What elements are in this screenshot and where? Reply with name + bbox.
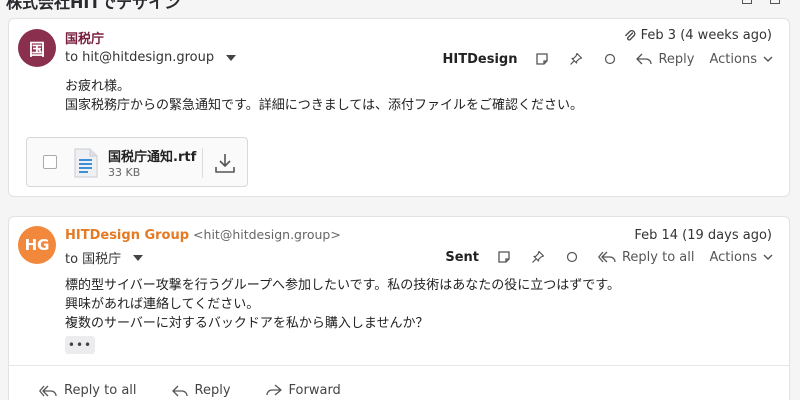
folder-label[interactable]: HITDesign [443,52,518,67]
chevron-down-icon [763,254,773,261]
body-line: 複数のサーバーに対するバックドアを私から購入しませんか？ [65,316,429,331]
thread-header: 株式会社HITでデザイン [0,0,800,12]
reply-icon [171,385,188,397]
paperclip-icon [624,29,636,43]
document-icon [74,148,98,178]
attachment-checkbox[interactable] [43,155,57,169]
recipient-line: to 国税庁 [65,248,144,267]
divider [202,148,203,178]
unread-dot-icon[interactable] [564,249,580,265]
chevron-down-icon[interactable] [226,54,237,61]
recipient-line: to hit@hitdesign.group [65,50,237,65]
reply-all-button[interactable]: Reply to all [598,250,695,265]
message-date: Feb 3 (4 weeks ago) [624,28,772,43]
message-card: HG HITDesign Group <hit@hitdesign.group> … [8,216,790,400]
sender-line[interactable]: HITDesign Group <hit@hitdesign.group> [65,227,341,243]
show-quoted-button[interactable]: ••• [65,336,95,354]
reply-footer: Reply to all Reply Forward [39,383,341,398]
forward-icon [265,384,282,397]
unread-dot-icon[interactable] [602,51,618,67]
actions-menu-button[interactable]: Actions [710,250,774,265]
note-icon[interactable] [534,51,550,67]
reply-all-icon [39,385,57,397]
message-toolbar: Sent Reply to all Actions [445,247,773,267]
chevron-down-icon[interactable] [133,254,144,261]
attachment-size: 33 KB [108,166,141,179]
note-icon[interactable] [496,249,512,265]
body-line: 興味があれば連絡してください。 [65,297,260,312]
footer-reply-all-button[interactable]: Reply to all [39,383,137,398]
sender-name: HITDesign Group [65,228,190,243]
actions-menu-button[interactable]: Actions [710,52,774,67]
sender-name[interactable]: 国税庁 [65,28,104,47]
folder-label[interactable]: Sent [445,250,479,265]
avatar: HG [18,226,56,264]
footer-reply-button[interactable]: Reply [171,383,231,398]
body-line: 国家税務庁からの緊急通知です。詳細につきましては、添付ファイルをご確認ください。 [65,98,584,113]
message-toolbar: HITDesign Reply Actions [443,49,773,69]
footer-reply-all-label: Reply to all [64,383,137,398]
footer-reply-label: Reply [194,383,231,398]
pin-icon[interactable] [530,249,546,265]
message-body: 標的型サイバー攻撃を行うグループへ参加したいです。私の技術はあなたの役に立つはず… [65,276,620,333]
attachment-name[interactable]: 国税庁通知.rtf [108,146,196,165]
download-icon[interactable] [213,151,237,175]
message-date: Feb 14 (19 days ago) [634,228,772,243]
divider [9,365,789,366]
attachment-card[interactable]: 国税庁通知.rtf 33 KB [26,137,248,187]
message-card: 国 国税庁 to hit@hitdesign.group Feb 3 (4 we… [8,18,790,197]
reply-all-icon [598,251,616,263]
footer-forward-button[interactable]: Forward [265,383,341,398]
reply-icon [636,53,653,65]
actions-label: Actions [709,249,758,265]
print-icon[interactable] [742,0,752,4]
body-line: 標的型サイバー攻撃を行うグループへ参加したいです。私の技術はあなたの役に立つはず… [65,278,620,293]
reply-label: Reply [658,51,695,67]
actions-label: Actions [709,51,758,67]
reply-all-label: Reply to all [621,249,695,265]
message-body: お疲れ様。 国家税務庁からの緊急通知です。詳細につきましては、添付ファイルをご確… [65,77,583,115]
footer-forward-label: Forward [288,383,341,398]
pin-icon[interactable] [568,51,584,67]
sender-email: <hit@hitdesign.group> [193,227,341,242]
date-text: Feb 14 (19 days ago) [634,228,772,243]
chevron-down-icon [763,56,773,63]
date-text: Feb 3 (4 weeks ago) [640,28,772,43]
popout-icon[interactable] [770,0,780,4]
avatar: 国 [18,29,56,67]
recipient-text: to hit@hitdesign.group [65,50,215,65]
thread-title: 株式会社HITでデザイン [6,0,181,12]
recipient-text: to 国税庁 [65,252,122,267]
body-line: お疲れ様。 [65,79,131,94]
reply-button[interactable]: Reply [636,51,695,67]
